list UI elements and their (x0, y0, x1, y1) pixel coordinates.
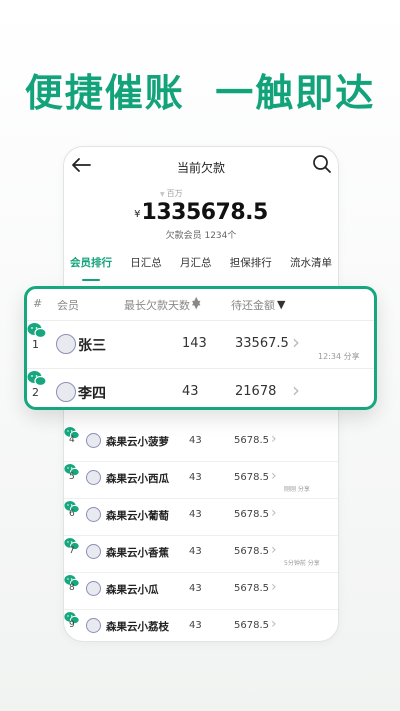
row-index: 8 (69, 583, 75, 593)
overdue-days: 43 (189, 620, 202, 631)
row-index: 7 (69, 546, 75, 556)
highlight-table-card: # 会员 最长欠款天数 ▲ ▼ 待还金额 ▼ 1 张三 143 33567.5 › 1… (24, 286, 377, 410)
chevron-right-icon[interactable]: › (292, 378, 300, 402)
page-title: 当前欠款 (176, 161, 225, 175)
overdue-days: 43 (189, 583, 202, 594)
chevron-right-icon[interactable]: › (271, 616, 277, 632)
table-row[interactable]: 2 李四 43 21678 › (27, 370, 374, 407)
amount-due: 5678.5 (234, 435, 269, 446)
overdue-days: 43 (189, 546, 202, 557)
amount-due: 5678.5 (234, 546, 269, 557)
wechat-icon[interactable] (27, 370, 47, 387)
chevron-right-icon[interactable]: › (271, 505, 277, 521)
header-index: # (33, 297, 43, 310)
headline: 便捷催账 一触即达 (24, 71, 376, 115)
table-row[interactable]: 1 张三 143 33567.5 › 12:34 分享 (27, 322, 374, 369)
table-header: # 会员 最长欠款天数 ▲ ▼ 待还金额 ▼ (27, 289, 374, 321)
chevron-right-icon[interactable]: › (271, 468, 277, 484)
tab-monthly-summary[interactable]: 月汇总 (178, 255, 214, 279)
overdue-days: 43 (189, 435, 202, 446)
row-index: 6 (69, 509, 75, 519)
sort-desc-icon: ▼ (277, 298, 286, 311)
member-name: 森果云小荔枝 (106, 621, 169, 633)
search-icon[interactable] (312, 154, 332, 174)
amount-due: 5678.5 (234, 583, 269, 594)
header-overdue-days-label: 最长欠款天数 (124, 299, 190, 312)
avatar (86, 433, 101, 448)
header-overdue-days[interactable]: 最长欠款天数 ▲ ▼ (124, 294, 201, 313)
amount-due: 5678.5 (234, 472, 269, 483)
avatar (86, 618, 101, 633)
total-amount-value: 1335678.5 (141, 200, 269, 225)
member-count: 欠款会员 1234个 (165, 231, 237, 241)
amount-due: 33567.5 (235, 336, 289, 351)
row-index: 2 (32, 386, 39, 399)
member-name: 张三 (78, 338, 106, 354)
member-name: 森果云小葡萄 (106, 510, 169, 522)
tab-daily-summary[interactable]: 日汇总 (128, 255, 164, 279)
table-row[interactable]: 9 森果云小荔枝 43 5678.5 › (64, 610, 338, 641)
header-amount-due[interactable]: 待还金额 ▼ (231, 297, 285, 313)
amount-due: 5678.5 (234, 620, 269, 631)
amount-due: 21678 (235, 384, 277, 399)
table-row[interactable]: 5 森果云小西瓜 43 5678.5 › 刚刚 分享 (64, 462, 338, 499)
total-amount: ¥1335678.5 (64, 200, 338, 225)
share-note: 5分钟前 分享 (284, 560, 320, 567)
share-note: 刚刚 分享 (284, 486, 310, 493)
row-index: 9 (69, 620, 75, 630)
overdue-days: 43 (189, 472, 202, 483)
table-row[interactable]: 8 森果云小瓜 43 5678.5 › (64, 573, 338, 610)
table-row[interactable]: 6 森果云小葡萄 43 5678.5 › (64, 499, 338, 536)
top-bar: 当前欠款 (64, 147, 338, 185)
table-row[interactable]: 4 森果云小菠萝 43 5678.5 › (64, 425, 338, 462)
row-index: 4 (69, 435, 75, 445)
member-name: 森果云小西瓜 (106, 473, 169, 485)
overdue-days: 43 (182, 384, 199, 399)
table-row[interactable]: 7 森果云小香蕉 43 5678.5 › 5分钟前 分享 (64, 536, 338, 573)
member-name: 森果云小菠萝 (106, 436, 169, 448)
tab-guarantee-ranking[interactable]: 担保排行 (228, 255, 274, 279)
chevron-right-icon[interactable]: › (292, 330, 300, 354)
avatar (56, 334, 76, 354)
overdue-days: 143 (182, 336, 207, 351)
amount-due: 5678.5 (234, 509, 269, 520)
member-name: 森果云小香蕉 (106, 547, 169, 559)
tab-member-ranking[interactable]: 会员排行 (68, 255, 114, 281)
member-name: 李四 (78, 386, 106, 402)
avatar (86, 507, 101, 522)
header-member: 会员 (57, 299, 79, 312)
tab-transaction-list[interactable]: 流水清单 (288, 255, 334, 279)
row-index: 5 (69, 472, 75, 482)
sort-icon: ▲ ▼ (192, 294, 201, 311)
wechat-icon[interactable] (27, 322, 47, 339)
share-note: 12:34 分享 (318, 352, 360, 361)
chevron-right-icon[interactable]: › (271, 579, 277, 595)
overdue-days: 43 (189, 509, 202, 520)
row-index: 1 (32, 338, 39, 351)
chevron-right-icon[interactable]: › (271, 542, 277, 558)
avatar (56, 382, 76, 402)
currency-symbol: ¥ (134, 209, 141, 220)
member-name: 森果云小瓜 (106, 584, 159, 596)
avatar (86, 544, 101, 559)
avatar (86, 470, 101, 485)
avatar (86, 581, 101, 596)
chevron-right-icon[interactable]: › (271, 431, 277, 447)
header-amount-due-label: 待还金额 (231, 299, 275, 312)
tab-bar: 会员排行 日汇总 月汇总 担保排行 流水清单 (68, 255, 334, 281)
unit-toggle[interactable]: 百万 (160, 188, 183, 199)
